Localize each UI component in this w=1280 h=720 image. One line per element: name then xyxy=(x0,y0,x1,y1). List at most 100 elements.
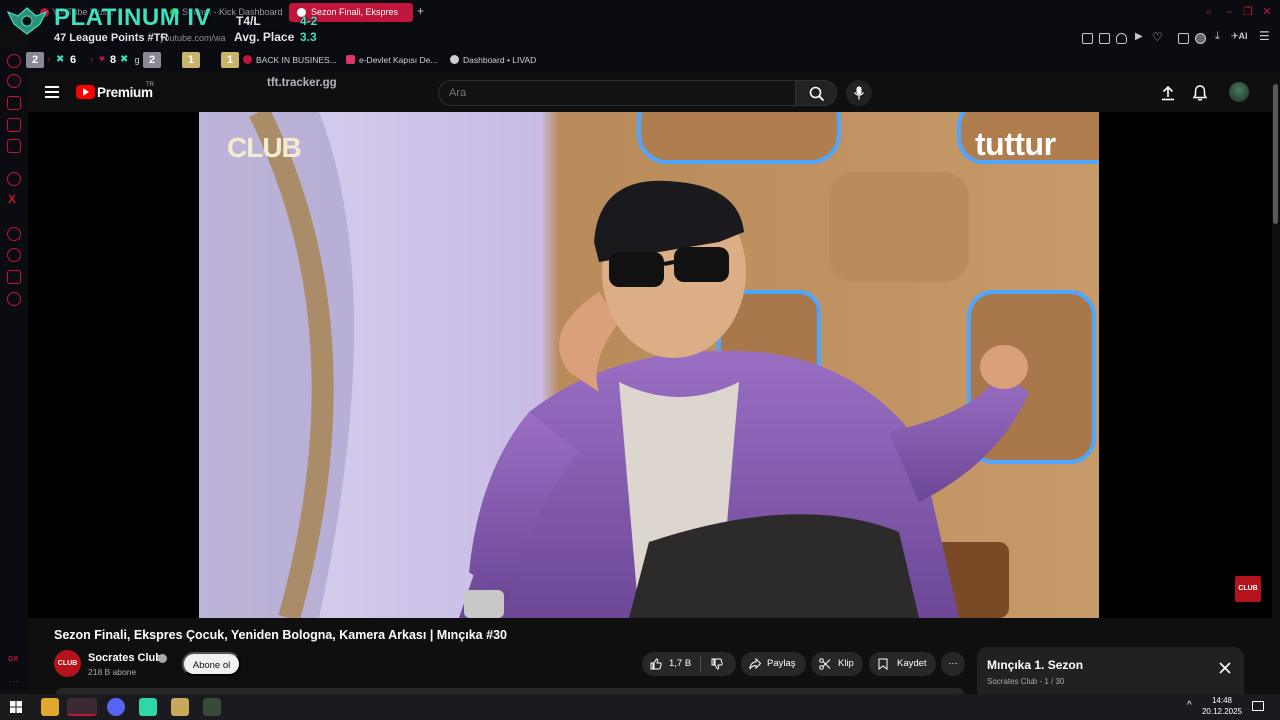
x-twitter-icon[interactable]: X xyxy=(8,192,16,206)
play-icon[interactable]: ▶ xyxy=(1135,31,1143,42)
league-points: 47 League Points #TR xyxy=(54,32,169,44)
bookmark-label: e-Devlet Kapısı De... xyxy=(359,55,438,65)
history-icon[interactable] xyxy=(7,248,21,262)
player-icon[interactable] xyxy=(7,270,21,284)
voice-search-button[interactable] xyxy=(846,80,872,106)
messenger-icon[interactable] xyxy=(7,74,21,88)
share-button[interactable]: Paylaş xyxy=(741,652,806,676)
search-button[interactable] xyxy=(795,80,837,106)
new-tab-button[interactable]: + xyxy=(417,4,424,18)
more-actions-icon: ··· xyxy=(948,658,958,669)
tft-stats-overlay: PLATINUM IV 47 League Points #TR youtube… xyxy=(0,0,340,72)
menu-icon[interactable]: ☰ xyxy=(1259,29,1270,43)
snapshot-icon[interactable] xyxy=(1099,33,1110,44)
close-icon[interactable] xyxy=(1218,661,1232,675)
rank-title: PLATINUM IV xyxy=(54,4,212,31)
gx-label: GX xyxy=(8,656,19,663)
microphone-icon xyxy=(854,86,864,100)
clock-time[interactable]: 14:48 xyxy=(1208,696,1236,705)
avg-place-value: 3.3 xyxy=(300,30,317,44)
tracker-site-label: tft.tracker.gg xyxy=(267,77,337,89)
subscribe-button[interactable]: Abone ol xyxy=(182,652,241,676)
subscriber-count: 218 B abone xyxy=(88,667,137,677)
hamburger-menu-icon[interactable] xyxy=(45,86,59,98)
youtube-header: Premium TR xyxy=(28,72,1272,112)
discord-icon xyxy=(450,55,459,64)
dislike-button[interactable] xyxy=(701,652,736,676)
close-window-icon[interactable]: ✕ xyxy=(1261,6,1273,18)
like-dislike-group: 1,7 B xyxy=(642,652,736,676)
download-icon[interactable]: ⤓ xyxy=(1215,30,1220,43)
opera-gx-taskbar-icon[interactable] xyxy=(67,698,97,716)
windows-start-icon[interactable] xyxy=(10,701,22,713)
channel-name[interactable]: Socrates Club xyxy=(88,652,162,664)
pin-icon[interactable] xyxy=(1082,33,1093,44)
gx-control-icon[interactable] xyxy=(7,227,21,241)
channel-watermark-button[interactable]: CLUB xyxy=(1235,576,1261,602)
search-input[interactable] xyxy=(438,80,796,106)
save-label: Kaydet xyxy=(897,658,927,669)
maximize-icon[interactable]: ❐ xyxy=(1242,6,1254,18)
youtube-brand-label[interactable]: Premium xyxy=(97,85,153,100)
like-button[interactable]: 1,7 B xyxy=(642,652,700,676)
history-arrow-icon: ✖ xyxy=(56,54,65,65)
upload-icon[interactable] xyxy=(1159,84,1177,102)
history-arrow-icon: ✖ xyxy=(120,54,129,65)
notification-center-icon[interactable] xyxy=(1252,701,1264,711)
notifications-bell-icon[interactable] xyxy=(1191,84,1209,102)
match-history-place: 8 xyxy=(109,54,117,66)
search-tabs-icon[interactable]: ⌕ xyxy=(1203,6,1215,18)
country-code: TR xyxy=(146,82,154,88)
tracker-taskbar-icon[interactable] xyxy=(203,698,221,716)
file-explorer-icon[interactable] xyxy=(41,698,59,716)
top4-label: T4/L xyxy=(236,14,261,28)
account-avatar[interactable] xyxy=(1229,82,1249,102)
music-icon[interactable] xyxy=(7,139,21,153)
bookmark-save-icon xyxy=(878,658,888,670)
edevlet-icon xyxy=(346,55,355,64)
scrollbar-thumb[interactable] xyxy=(1273,84,1278,224)
more-actions-button[interactable]: ··· xyxy=(941,652,965,676)
address-fragment[interactable]: youtube.com/wa xyxy=(160,33,226,43)
bag-icon[interactable] xyxy=(7,96,21,110)
club-watermark: CLUB xyxy=(227,132,302,163)
tray-chevron-icon[interactable]: ^ xyxy=(1187,700,1192,711)
match-history-place: 6 xyxy=(69,54,77,66)
profile-icon[interactable] xyxy=(1195,33,1206,44)
app-taskbar-icon[interactable] xyxy=(139,698,157,716)
chat-icon[interactable] xyxy=(7,118,21,132)
ai-icon[interactable]: ✈AI xyxy=(1231,31,1248,42)
channel-avatar[interactable]: CLUB xyxy=(54,650,81,677)
share-label: Paylaş xyxy=(767,658,796,669)
clock-date[interactable]: 20.12.2025 xyxy=(1198,707,1246,716)
bookmark-item[interactable]: Dashboard • LIVAD xyxy=(450,55,536,65)
clip-button[interactable]: Klip xyxy=(811,652,863,676)
save-button[interactable]: Kaydet xyxy=(869,652,936,676)
playlist-panel[interactable]: Mınçıka 1. Sezon Socrates Club - 1 / 30 xyxy=(977,647,1244,695)
thumbs-down-icon xyxy=(711,658,723,670)
search-icon xyxy=(809,86,825,102)
clip-label: Klip xyxy=(838,658,854,669)
discord-taskbar-icon[interactable] xyxy=(107,698,125,716)
shield-icon[interactable] xyxy=(1116,33,1127,44)
minimize-icon[interactable]: – xyxy=(1223,6,1235,18)
league-taskbar-icon[interactable] xyxy=(171,698,189,716)
match-history-place: 2 xyxy=(26,52,44,68)
playlist-title[interactable]: Mınçıka 1. Sezon xyxy=(987,658,1083,672)
share-icon xyxy=(749,658,761,670)
extensions-icon[interactable] xyxy=(1178,33,1189,44)
settings-icon[interactable] xyxy=(7,292,21,306)
heart-icon[interactable]: ♡ xyxy=(1152,30,1163,44)
more-icon[interactable]: ··· xyxy=(9,676,18,686)
video-player[interactable]: CLUB tuttur CLUB xyxy=(28,112,1272,618)
history-arrow-icon: › xyxy=(90,54,94,65)
discord-sidebar-icon[interactable] xyxy=(7,172,21,186)
match-history-place: 2 xyxy=(143,52,161,68)
match-history-place: 1 xyxy=(182,52,200,68)
youtube-logo-icon[interactable] xyxy=(76,85,95,99)
video-frame[interactable]: CLUB tuttur xyxy=(199,112,1099,618)
bookmark-item[interactable]: e-Devlet Kapısı De... xyxy=(346,55,437,65)
scissors-icon xyxy=(819,658,831,670)
thumbs-up-icon xyxy=(650,658,662,670)
match-history-place: 1 xyxy=(221,52,239,68)
